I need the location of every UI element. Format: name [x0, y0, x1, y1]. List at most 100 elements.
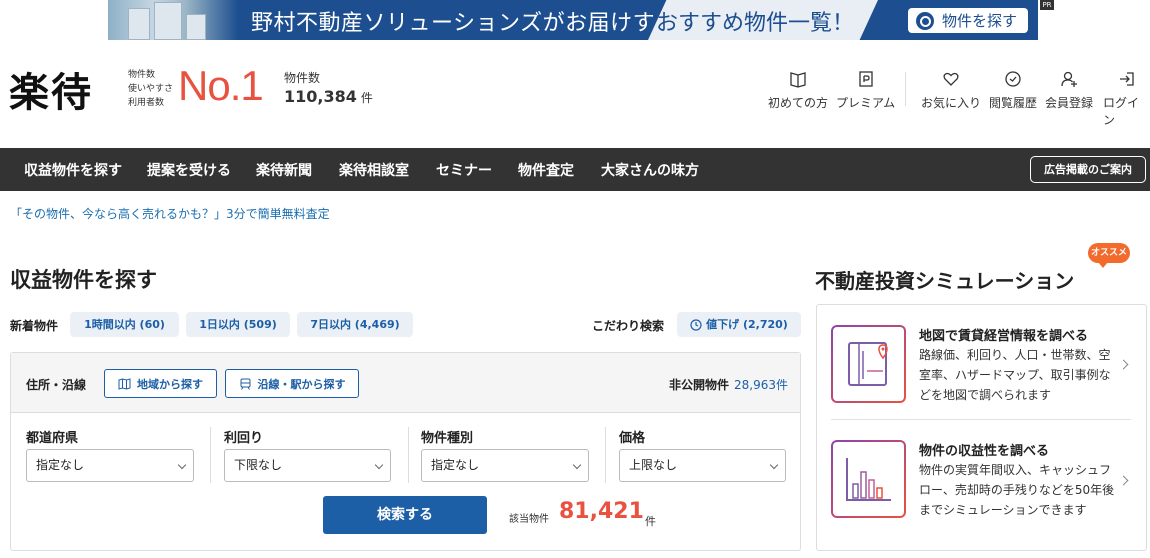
private-listing-label: 非公開物件: [669, 378, 730, 392]
property-type-select[interactable]: 指定なし: [421, 449, 589, 482]
rank-no1: No.1: [178, 62, 264, 109]
simulation-item-desc: 路線価、利回り、人口・世帯数、空室率、ハザードマップ、取引事例などを地図で調べら…: [919, 348, 1111, 402]
select-value: 指定なし: [431, 458, 480, 472]
nav-label: ログイン: [1103, 96, 1140, 127]
navbar-item-proposal[interactable]: 提案を受ける: [147, 160, 231, 180]
navbar-item-search[interactable]: 収益物件を探す: [24, 160, 122, 180]
simulation-item-map[interactable]: 地図で賃貸経営情報を調べる 路線価、利回り、人口・世帯数、空室率、ハザードマップ…: [831, 325, 1131, 407]
book-icon: [790, 72, 806, 88]
simulation-panel: 地図で賃貸経営情報を調べる 路線価、利回り、人口・世帯数、空室率、ハザードマップ…: [816, 304, 1147, 551]
price-drop-chip[interactable]: 値下げ (2,720): [677, 312, 801, 337]
site-logo[interactable]: 楽待: [9, 60, 93, 118]
navbar-item-appraisal[interactable]: 物件査定: [518, 160, 574, 180]
hit-label: 該当物件: [509, 514, 549, 525]
nav-login[interactable]: ログイン: [1103, 70, 1150, 128]
field-label-yield: 利回り: [224, 431, 264, 446]
nav-favorites[interactable]: お気に入り: [921, 70, 981, 111]
property-count-label: 物件数: [284, 71, 321, 85]
chevron-down-icon: [374, 460, 384, 470]
map-book-icon: [831, 325, 906, 403]
recommend-badge: オススメ: [1088, 243, 1130, 268]
heart-icon: [943, 72, 959, 86]
newest-chip-1h[interactable]: 1時間以内 (60): [70, 312, 179, 337]
area-label: 住所・沿線: [26, 378, 87, 392]
search-panel: 住所・沿線 地域から探す 沿線・駅から探す 非公開物件 28,963件 都道府県…: [10, 352, 801, 551]
price-drop-label: 値下げ (2,720): [706, 318, 788, 331]
simulation-title: 不動産投資シミュレーション: [815, 269, 1075, 293]
hit-unit: 件: [645, 515, 656, 528]
header-divider: [905, 72, 906, 106]
nav-first-time[interactable]: 初めての方: [768, 70, 828, 111]
search-submit-button[interactable]: 検索する: [323, 496, 487, 534]
search-by-line-button[interactable]: 沿線・駅から探す: [225, 369, 359, 398]
property-count-value: 110,384: [284, 87, 357, 106]
simulation-item-title: 地図で賃貸経営情報を調べる: [919, 329, 1089, 344]
yield-select[interactable]: 下限なし: [224, 449, 391, 482]
private-listing-count[interactable]: 28,963件: [734, 376, 788, 393]
search-by-area-button[interactable]: 地域から探す: [104, 369, 217, 398]
area-row: 住所・沿線 地域から探す 沿線・駅から探す 非公開物件 28,963件: [11, 353, 800, 413]
search-section-title: 収益物件を探す: [10, 268, 157, 292]
simulation-divider: [831, 419, 1131, 420]
appraisal-promo-link[interactable]: 「その物件、今なら高く売れるかも？」3分で簡単無料査定: [10, 205, 330, 222]
hit-count: 81,421: [559, 499, 644, 524]
navbar-item-news[interactable]: 楽待新聞: [256, 160, 312, 180]
login-icon: [1119, 72, 1134, 86]
select-value: 下限なし: [234, 458, 283, 472]
rank-label: 物件数: [128, 70, 156, 80]
history-icon: [1005, 71, 1021, 87]
train-icon: [240, 378, 250, 390]
select-value: 指定なし: [36, 458, 85, 472]
banner-search-label: 物件を探す: [942, 12, 1018, 30]
property-count-unit: 件: [360, 91, 373, 105]
rank-label: 利用者数: [128, 98, 165, 108]
price-select[interactable]: 上限なし: [619, 449, 786, 482]
field-label-prefecture: 都道府県: [26, 431, 79, 446]
field-divider: [605, 427, 606, 483]
ad-inquiry-button[interactable]: 広告掲載のご案内: [1030, 156, 1146, 183]
nav-label: 初めての方: [768, 96, 829, 110]
pr-badge: PR: [1040, 0, 1054, 10]
nav-label: プレミアム: [836, 96, 896, 110]
banner-highlight-text: おすすめ物件一覧！: [656, 11, 855, 36]
chevron-down-icon: [177, 460, 187, 470]
field-divider: [408, 427, 409, 483]
kodawari-label: こだわり検索: [592, 319, 665, 333]
banner-text: 野村不動産ソリューションズがお届けする、: [251, 11, 701, 36]
bar-chart-icon: [831, 440, 906, 518]
field-divider: [210, 427, 211, 483]
prefecture-select[interactable]: 指定なし: [26, 449, 194, 482]
line-button-label: 沿線・駅から探す: [257, 377, 346, 391]
chevron-down-icon: [572, 460, 582, 470]
main-navbar: 収益物件を探す 提案を受ける 楽待新聞 楽待相談室 セミナー 物件査定 大家さん…: [0, 148, 1150, 191]
chevron-down-icon: [769, 460, 779, 470]
banner-search-button[interactable]: 物件を探す: [908, 8, 1028, 33]
promo-banner[interactable]: 野村不動産ソリューションズがお届けする、 おすすめ物件一覧！ 物件を探す PR: [0, 0, 1150, 40]
newest-chip-1d[interactable]: 1日以内 (509): [186, 312, 290, 337]
property-count: 110,384 件: [284, 87, 373, 106]
nav-premium[interactable]: プレミアム: [836, 70, 895, 111]
newest-label: 新着物件: [10, 319, 59, 333]
area-button-label: 地域から探す: [137, 377, 203, 391]
newest-chip-7d[interactable]: 7日以内 (4,469): [297, 312, 413, 337]
banner-ad[interactable]: 野村不動産ソリューションズがお届けする、 おすすめ物件一覧！ 物件を探す: [108, 0, 1038, 40]
user-add-icon: [1061, 71, 1077, 87]
field-label-type: 物件種別: [421, 431, 474, 446]
navbar-item-landlord[interactable]: 大家さんの味方: [601, 160, 699, 180]
navbar-item-seminar[interactable]: セミナー: [436, 160, 492, 180]
premium-icon: [858, 71, 873, 87]
nav-label: お気に入り: [921, 96, 982, 110]
nav-label: 閲覧履歴: [989, 96, 1038, 110]
rank-labels: 物件数 使いやすさ 利用者数: [128, 68, 173, 110]
map-icon: [118, 377, 131, 390]
search-icon: [916, 11, 934, 30]
nav-history[interactable]: 閲覧履歴: [989, 70, 1037, 111]
rank-label: 使いやすさ: [128, 84, 174, 94]
nav-register[interactable]: 会員登録: [1045, 70, 1093, 111]
simulation-item-desc: 物件の実質年間収入、キャッシュフロー、売却時の手残りなどを50年後までシミュレー…: [919, 463, 1115, 517]
simulation-item-yield[interactable]: 物件の収益性を調べる 物件の実質年間収入、キャッシュフロー、売却時の手残りなどを…: [831, 440, 1131, 522]
clock-icon: [690, 318, 702, 331]
navbar-item-consult[interactable]: 楽待相談室: [339, 160, 409, 180]
select-value: 上限なし: [629, 458, 678, 472]
field-label-price: 価格: [619, 431, 646, 446]
